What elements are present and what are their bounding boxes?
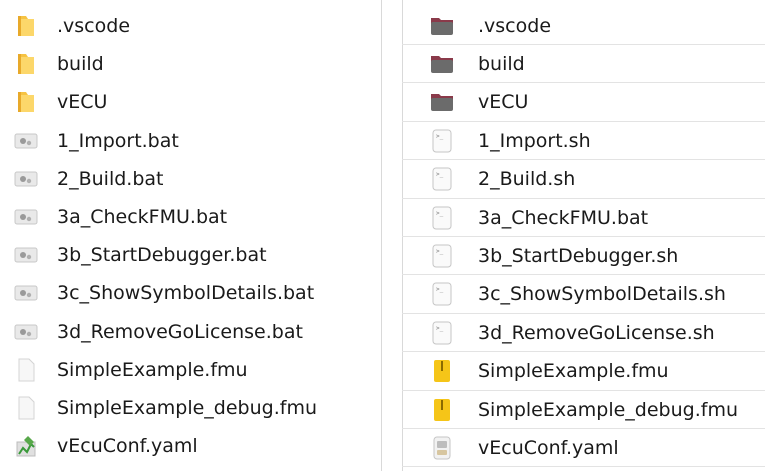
file-name: build bbox=[478, 52, 525, 75]
file-row[interactable]: >_ 3d_RemoveGoLicense.sh bbox=[402, 314, 765, 353]
file-name: vECU bbox=[57, 91, 108, 114]
file-name: vECU bbox=[478, 91, 529, 114]
blank-file-icon bbox=[14, 396, 38, 420]
file-row[interactable]: >_ 3c_ShowSymbolDetails.sh bbox=[402, 276, 765, 314]
file-name: 3d_RemoveGoLicense.bat bbox=[57, 320, 303, 343]
batch-file-icon bbox=[14, 167, 38, 191]
yaml-file-icon bbox=[430, 436, 454, 460]
file-name: SimpleExample.fmu bbox=[57, 358, 248, 381]
file-row[interactable]: SimpleExample.fmu bbox=[402, 353, 765, 391]
file-name: 3b_StartDebugger.bat bbox=[57, 244, 267, 267]
file-name: SimpleExample_debug.fmu bbox=[478, 398, 738, 421]
file-row[interactable]: vECU bbox=[402, 84, 765, 122]
file-row[interactable]: >_ 1_Import.sh bbox=[402, 122, 765, 161]
file-name: 3c_ShowSymbolDetails.sh bbox=[478, 283, 726, 306]
folder-icon bbox=[14, 90, 38, 114]
svg-text:>_: >_ bbox=[436, 286, 444, 293]
file-name: 2_Build.sh bbox=[478, 168, 576, 191]
file-row[interactable]: .vscode bbox=[402, 7, 765, 45]
file-row[interactable]: vEcuConf.yaml bbox=[0, 427, 382, 465]
file-name: 3d_RemoveGoLicense.sh bbox=[478, 321, 715, 344]
batch-file-icon bbox=[14, 281, 38, 305]
file-name: 3c_ShowSymbolDetails.bat bbox=[57, 282, 315, 305]
shell-script-icon: >_ bbox=[430, 244, 454, 268]
file-name: .vscode bbox=[57, 15, 131, 37]
file-row[interactable]: 1_Import.bat bbox=[0, 122, 382, 160]
yaml-file-icon bbox=[14, 434, 38, 458]
file-row[interactable]: SimpleExample_debug.fmu bbox=[0, 389, 382, 427]
svg-text:>_: >_ bbox=[436, 325, 444, 332]
file-row[interactable]: vECU bbox=[0, 83, 382, 121]
file-name: .vscode bbox=[478, 14, 552, 37]
file-row[interactable]: 2_Build.bat bbox=[0, 160, 382, 198]
file-row[interactable]: SimpleExample.fmu bbox=[0, 351, 382, 389]
linux-file-list: .vscode build vECU >_ 1_Import.sh >_ 2_Bui… bbox=[402, 0, 765, 471]
archive-file-icon bbox=[430, 359, 454, 383]
shell-script-icon: >_ bbox=[430, 206, 454, 230]
folder-icon bbox=[430, 14, 454, 38]
file-row[interactable]: >_ 2_Build.sh bbox=[402, 161, 765, 199]
file-row[interactable]: .vscode bbox=[0, 7, 382, 45]
svg-text:>_: >_ bbox=[436, 248, 444, 255]
file-row[interactable]: >_ 3b_StartDebugger.sh bbox=[402, 237, 765, 276]
folder-icon bbox=[14, 52, 38, 76]
windows-file-list: .vscode build vECU 1_Import.bat 2_Build.… bbox=[0, 0, 382, 471]
file-row[interactable]: 3c_ShowSymbolDetails.bat bbox=[0, 274, 382, 312]
file-name: 1_Import.sh bbox=[478, 129, 591, 152]
file-row[interactable]: SimpleExample_debug.fmu bbox=[402, 391, 765, 429]
batch-file-icon bbox=[14, 129, 38, 153]
folder-icon bbox=[14, 14, 38, 38]
file-row[interactable]: vEcuConf.yaml bbox=[402, 429, 765, 468]
svg-text:>_: >_ bbox=[436, 171, 444, 178]
file-name: 3a_CheckFMU.bat bbox=[478, 206, 649, 229]
batch-file-icon bbox=[14, 320, 38, 344]
folder-icon bbox=[430, 90, 454, 114]
file-row[interactable]: 3d_RemoveGoLicense.bat bbox=[0, 313, 382, 351]
file-name: 1_Import.bat bbox=[57, 129, 179, 152]
file-row[interactable]: >_ 3a_CheckFMU.bat bbox=[402, 199, 765, 237]
file-name: 3b_StartDebugger.sh bbox=[478, 244, 679, 267]
file-row[interactable]: 3a_CheckFMU.bat bbox=[0, 198, 382, 236]
shell-script-icon: >_ bbox=[430, 167, 454, 191]
shell-script-icon: >_ bbox=[430, 321, 454, 345]
file-name: build bbox=[57, 53, 104, 76]
archive-file-icon bbox=[430, 398, 454, 422]
file-name: vEcuConf.yaml bbox=[478, 436, 619, 459]
batch-file-icon bbox=[14, 205, 38, 229]
file-name: SimpleExample.fmu bbox=[478, 360, 669, 383]
shell-script-icon: >_ bbox=[430, 129, 454, 153]
blank-file-icon bbox=[14, 358, 38, 382]
folder-icon bbox=[430, 52, 454, 76]
file-row[interactable]: build bbox=[0, 45, 382, 83]
svg-text:>_: >_ bbox=[436, 133, 444, 140]
batch-file-icon bbox=[14, 243, 38, 267]
shell-script-icon: >_ bbox=[430, 282, 454, 306]
file-row[interactable]: 3b_StartDebugger.bat bbox=[0, 236, 382, 274]
file-row[interactable]: build bbox=[402, 45, 765, 84]
file-name: 2_Build.bat bbox=[57, 167, 164, 190]
file-name: 3a_CheckFMU.bat bbox=[57, 206, 228, 228]
left-panel-border bbox=[381, 0, 382, 471]
svg-text:>_: >_ bbox=[436, 210, 444, 217]
file-name: vEcuConf.yaml bbox=[57, 435, 198, 458]
file-name: SimpleExample_debug.fmu bbox=[57, 397, 317, 419]
